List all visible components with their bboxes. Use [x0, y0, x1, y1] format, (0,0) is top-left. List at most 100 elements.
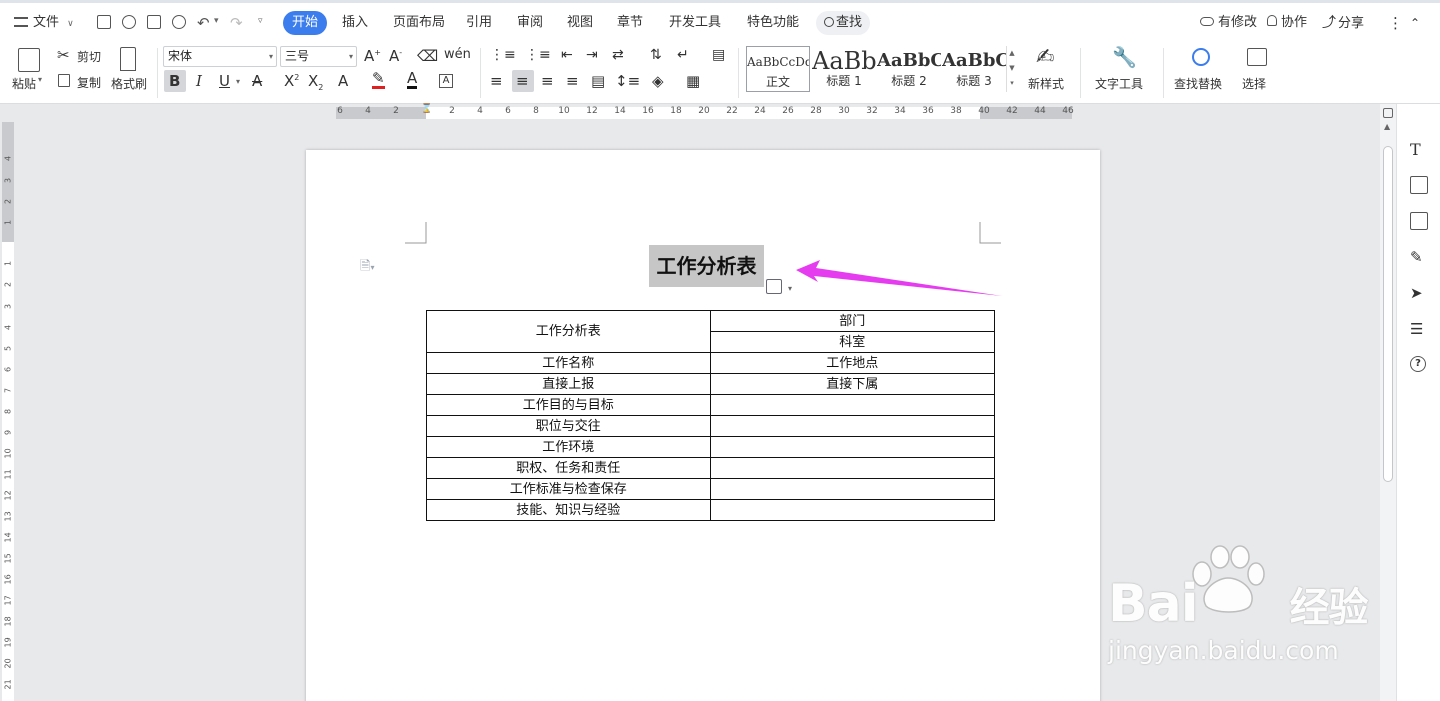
copy-icon[interactable]: [58, 74, 70, 87]
increase-indent-icon[interactable]: ⇥: [586, 47, 598, 63]
search-box[interactable]: 查找: [816, 11, 871, 35]
table-grid-icon[interactable]: ▤: [712, 47, 725, 63]
font-color-icon[interactable]: A: [407, 70, 418, 89]
borders-icon[interactable]: ▦: [686, 72, 700, 90]
table-cell[interactable]: 工作名称: [426, 352, 711, 374]
split-view-icon[interactable]: [1383, 108, 1393, 118]
table-cell[interactable]: [709, 499, 995, 521]
style-heading-3[interactable]: AaBbC 标题 3: [942, 46, 1006, 92]
grow-font-icon[interactable]: A+: [364, 47, 381, 65]
sort-icon[interactable]: ⇅: [650, 47, 662, 63]
tab-insert[interactable]: 插入: [342, 11, 368, 35]
italic-icon[interactable]: I: [196, 72, 202, 90]
tab-review[interactable]: 审阅: [517, 11, 543, 35]
format-painter-button[interactable]: 格式刷: [111, 75, 147, 92]
scroll-up-icon[interactable]: ▲: [1384, 122, 1390, 131]
text-style-icon[interactable]: T: [1410, 140, 1428, 159]
table-cell[interactable]: [709, 436, 995, 458]
superscript-icon[interactable]: X2: [284, 72, 299, 90]
text-effect-icon[interactable]: A: [338, 72, 348, 90]
tab-references[interactable]: 引用: [466, 11, 492, 35]
tab-chapter[interactable]: 章节: [617, 11, 643, 35]
strikethrough-icon[interactable]: A: [252, 72, 262, 90]
char-border-icon[interactable]: A: [439, 74, 453, 88]
cut-button[interactable]: 剪切: [77, 48, 101, 65]
bold-icon[interactable]: B: [169, 72, 180, 90]
table-cell[interactable]: [709, 478, 995, 500]
customize-qa-icon[interactable]: ▿: [258, 16, 263, 26]
pen-icon[interactable]: ✎: [1410, 248, 1428, 266]
font-size-select[interactable]: 三号 ▾: [280, 46, 357, 67]
find-replace-button[interactable]: 查找替换: [1174, 75, 1222, 92]
new-style-icon[interactable]: ✍: [1036, 45, 1054, 70]
paste-dropdown-icon[interactable]: ▾: [38, 75, 42, 84]
document-review-icon[interactable]: [1410, 176, 1428, 194]
table-cell[interactable]: [709, 394, 995, 416]
line-spacing-icon[interactable]: ↕≡: [615, 72, 640, 90]
collapse-ribbon-icon[interactable]: ⌃: [1410, 11, 1420, 35]
document-title[interactable]: 工作分析表: [649, 245, 764, 287]
table-cell[interactable]: 技能、知识与经验: [426, 499, 711, 521]
scissors-icon[interactable]: ✂: [57, 46, 70, 64]
style-heading-1[interactable]: AaBb 标题 1: [812, 46, 876, 92]
tab-page-layout[interactable]: 页面布局: [393, 11, 445, 35]
clear-format-icon[interactable]: ⌫: [417, 47, 438, 65]
paste-options-icon[interactable]: [766, 279, 782, 294]
save-icon[interactable]: [97, 15, 111, 29]
modify-status[interactable]: 有修改: [1200, 11, 1257, 35]
cursor-icon[interactable]: ➤: [1410, 284, 1428, 302]
justify-icon[interactable]: ≡: [566, 72, 579, 90]
table-cell[interactable]: 部门: [709, 310, 995, 332]
table-cell[interactable]: 工作目的与目标: [426, 394, 711, 416]
table-cell[interactable]: 直接下属: [709, 373, 995, 395]
table-cell[interactable]: 职权、任务和责任: [426, 457, 711, 479]
highlight-icon[interactable]: ✎: [372, 70, 385, 89]
format-painter-icon[interactable]: [120, 47, 136, 71]
wrench-icon[interactable]: 🔧: [1112, 45, 1137, 69]
decrease-indent-icon[interactable]: ⇤: [561, 47, 573, 63]
tab-special[interactable]: 特色功能: [747, 11, 799, 35]
subscript-icon[interactable]: X2: [308, 72, 323, 92]
table-cell[interactable]: 工作地点: [709, 352, 995, 374]
tab-view[interactable]: 视图: [567, 11, 593, 35]
paragraph-mark-icon[interactable]: ↵: [677, 47, 689, 63]
align-left-icon[interactable]: ≡: [490, 72, 503, 90]
print-preview-icon[interactable]: [172, 15, 186, 29]
horizontal-ruler[interactable]: 6 4 2 2 4 6 8 10 12 14 16 18 20 22 24 26…: [0, 104, 1380, 122]
paste-button[interactable]: 粘贴: [12, 75, 36, 92]
tab-developer[interactable]: 开发工具: [669, 11, 721, 35]
shrink-font-icon[interactable]: A-: [389, 47, 402, 65]
chinese-layout-icon[interactable]: ⇄: [612, 47, 624, 63]
select-icon[interactable]: [1247, 48, 1267, 66]
indent-marker-icon[interactable]: ⌛: [421, 104, 432, 114]
table-cell[interactable]: 工作标准与检查保存: [426, 478, 711, 500]
export-icon[interactable]: [122, 15, 136, 29]
distribute-icon[interactable]: ▤: [591, 72, 605, 90]
new-style-button[interactable]: 新样式: [1028, 75, 1064, 92]
align-center-icon[interactable]: ≡: [516, 72, 529, 90]
table-cell[interactable]: 直接上报: [426, 373, 711, 395]
underline-dropdown-icon[interactable]: ▾: [236, 77, 240, 86]
find-replace-icon[interactable]: [1192, 48, 1210, 66]
table-cell[interactable]: 科室: [709, 331, 995, 353]
font-name-select[interactable]: 宋体 ▾: [163, 46, 277, 67]
sliders-icon[interactable]: ☰: [1410, 320, 1428, 338]
table-cell[interactable]: [709, 415, 995, 437]
numbered-list-icon[interactable]: ⋮≡: [525, 47, 551, 63]
phonetic-guide-icon[interactable]: wén: [444, 47, 471, 62]
print-icon[interactable]: [147, 15, 161, 29]
document-tag-icon[interactable]: 🗎▾: [360, 257, 374, 279]
styles-scroll-icon[interactable]: ▲ ▼ ▾: [1006, 46, 1017, 92]
table-cell[interactable]: 职位与交往: [426, 415, 711, 437]
style-normal[interactable]: AaBbCcDd 正文: [746, 46, 810, 92]
paste-icon[interactable]: [18, 48, 40, 72]
vertical-ruler[interactable]: 4 3 2 1 1 2 3 4 5 6 7 8 9 10 11 12 13 14…: [0, 122, 16, 701]
redo-icon[interactable]: ↷: [230, 11, 243, 35]
undo-icon[interactable]: ↶: [197, 11, 210, 35]
help-icon[interactable]: ?: [1410, 356, 1426, 372]
underline-icon[interactable]: U: [219, 72, 230, 90]
copy-button[interactable]: 复制: [77, 74, 101, 91]
align-right-icon[interactable]: ≡: [541, 72, 554, 90]
collab-button[interactable]: 协作: [1267, 11, 1307, 35]
more-icon[interactable]: ⋮: [1388, 11, 1403, 35]
